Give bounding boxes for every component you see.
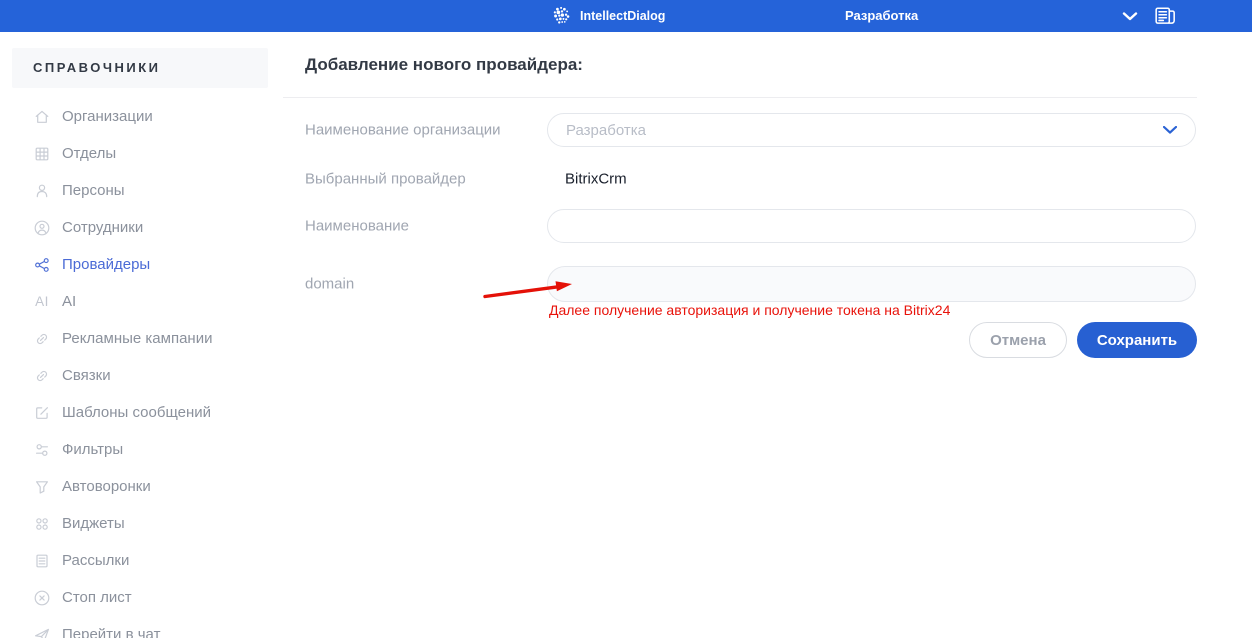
sidebar-item-label: Рассылки [62, 552, 130, 569]
sidebar-item-label: Шаблоны сообщений [62, 404, 212, 421]
sidebar-item-organizations[interactable]: Организации [0, 98, 280, 135]
link-icon [33, 330, 51, 348]
selected-provider-value: BitrixCrm [565, 170, 627, 188]
chevron-down-icon[interactable] [1122, 12, 1138, 21]
brand-name: IntellectDialog [580, 9, 666, 23]
sidebar-item-employees[interactable]: Сотрудники [0, 209, 280, 246]
app-header: IntellectDialog Разработка [0, 0, 1252, 32]
save-button[interactable]: Сохранить [1077, 322, 1197, 358]
sidebar-item-links[interactable]: Связки [0, 357, 280, 394]
circle-x-icon [33, 589, 51, 607]
sidebar: СПРАВОЧНИКИ Организации Отделы Персоны С… [0, 32, 280, 638]
sidebar-item-label: Организации [62, 108, 153, 125]
sidebar-item-mailings[interactable]: Рассылки [0, 542, 280, 579]
sidebar-item-label: Сотрудники [62, 219, 144, 236]
chevron-down-icon [1163, 126, 1177, 134]
sidebar-item-autofunnels[interactable]: Автоворонки [0, 468, 280, 505]
select-placeholder: Разработка [566, 121, 646, 139]
sidebar-title: СПРАВОЧНИКИ [12, 48, 268, 88]
link-icon [33, 367, 51, 385]
sidebar-item-label: Связки [62, 367, 111, 384]
sliders-icon [33, 441, 51, 459]
sidebar-item-label: Провайдеры [62, 256, 151, 273]
sidebar-item-ad-campaigns[interactable]: Рекламные кампании [0, 320, 280, 357]
sidebar-item-label: AI [62, 293, 77, 310]
form-row-organization: Наименование организации Разработка [280, 113, 1197, 147]
form-row-domain: domain [280, 266, 1197, 302]
sidebar-item-label: Виджеты [62, 515, 125, 532]
field-label: Наименование [305, 217, 409, 235]
sidebar-item-filters[interactable]: Фильтры [0, 431, 280, 468]
domain-input[interactable] [547, 266, 1196, 302]
person-circle-icon [33, 219, 51, 237]
divider [283, 97, 1197, 98]
brand-logo[interactable]: IntellectDialog [551, 0, 665, 32]
widgets-icon [33, 515, 51, 533]
field-label: domain [305, 275, 355, 293]
sidebar-item-stop-list[interactable]: Стоп лист [0, 579, 280, 616]
main-content: Добавление нового провайдера: Наименован… [280, 32, 1252, 638]
sidebar-item-label: Стоп лист [62, 589, 132, 606]
sidebar-item-go-to-chat[interactable]: Перейти в чат [0, 616, 280, 638]
sidebar-item-label: Фильтры [62, 441, 124, 458]
annotation-note: Далее получение авторизация и получение … [549, 302, 951, 318]
share-nodes-icon [33, 256, 51, 274]
person-icon [33, 182, 51, 200]
organization-select[interactable]: Разработка [547, 113, 1196, 147]
newspaper-icon[interactable] [1154, 6, 1177, 26]
funnel-icon [33, 478, 51, 496]
page-title: Добавление нового провайдера: [305, 55, 583, 74]
sidebar-item-label: Рекламные кампании [62, 330, 213, 347]
sidebar-item-label: Перейти в чат [62, 626, 161, 638]
paper-plane-icon [33, 626, 51, 638]
sidebar-item-label: Отделы [62, 145, 117, 162]
sidebar-item-message-templates[interactable]: Шаблоны сообщений [0, 394, 280, 431]
field-label: Наименование организации [305, 121, 501, 139]
field-label: Выбранный провайдер [305, 170, 466, 188]
name-input[interactable] [547, 209, 1196, 243]
sidebar-item-widgets[interactable]: Виджеты [0, 505, 280, 542]
sidebar-item-departments[interactable]: Отделы [0, 135, 280, 172]
brain-logo-icon [551, 5, 573, 27]
grid-icon [33, 145, 51, 163]
document-lines-icon [33, 552, 51, 570]
sidebar-item-providers[interactable]: Провайдеры [0, 246, 280, 283]
sidebar-item-ai[interactable]: AI AI [0, 283, 280, 320]
cancel-button[interactable]: Отмена [969, 322, 1067, 358]
form-row-name: Наименование [280, 209, 1197, 243]
sidebar-item-persons[interactable]: Персоны [0, 172, 280, 209]
form-row-selected-provider: Выбранный провайдер BitrixCrm [280, 162, 1197, 196]
home-icon [33, 108, 51, 126]
workspace-name[interactable]: Разработка [845, 0, 918, 32]
form-actions: Отмена Сохранить [969, 322, 1197, 358]
sidebar-item-label: Автоворонки [62, 478, 151, 495]
ai-icon: AI [35, 294, 49, 309]
sidebar-item-label: Персоны [62, 182, 125, 199]
compose-icon [33, 404, 51, 422]
